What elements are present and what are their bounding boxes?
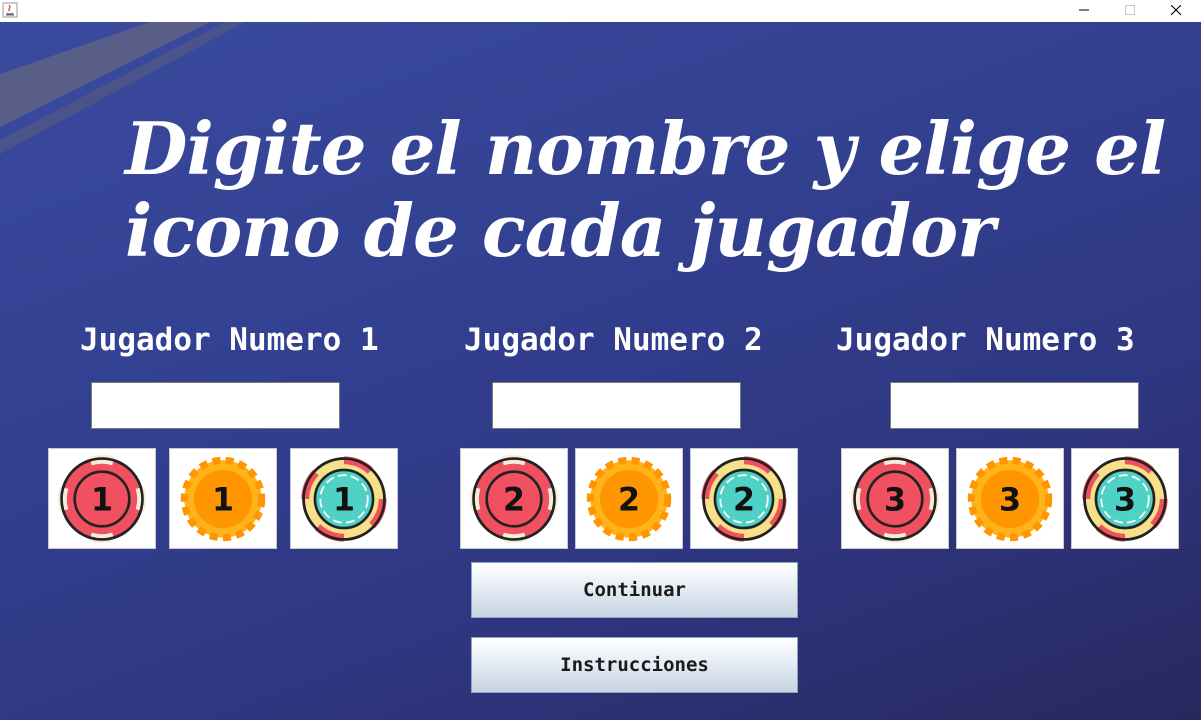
main-panel: Digite el nombre y elige el icono de cad… [0,22,1201,720]
heading-line-1: Digite el nombre y elige el [125,106,1166,191]
chip-number: 1 [212,482,234,518]
player-3-label: Jugador Numero 3 [836,322,1135,358]
chip-number: 1 [333,482,355,518]
chip-number: 3 [884,482,906,518]
maximize-button[interactable] [1107,0,1153,20]
chip-number: 3 [1114,482,1136,518]
teal-chip-icon: 1 [301,455,387,542]
orange-chip-icon: 3 [967,456,1053,541]
minimize-button[interactable] [1061,0,1107,20]
player-1-orange-chip-button[interactable]: 1 [169,448,277,549]
player-3-teal-chip-button[interactable]: 3 [1071,448,1179,549]
player-3-red-chip-button[interactable]: 3 [841,448,949,549]
close-button[interactable] [1153,0,1199,20]
red-chip-icon: 2 [470,454,558,543]
orange-chip-icon: 2 [586,456,672,541]
player-1-label: Jugador Numero 1 [80,322,379,358]
heading-line-2: icono de cada jugador [125,188,995,273]
player-1-name-input[interactable] [91,382,340,429]
close-icon [1171,5,1181,15]
red-chip-icon: 1 [58,454,146,543]
orange-chip-icon: 1 [180,456,266,541]
page-heading: Digite el nombre y elige el icono de cad… [125,106,1166,273]
chip-number: 2 [503,482,525,518]
chip-number: 2 [618,482,640,518]
player-2-label: Jugador Numero 2 [464,322,763,358]
player-1-teal-chip-button[interactable]: 1 [290,448,398,549]
chip-number: 1 [91,482,113,518]
teal-chip-icon: 2 [701,455,787,542]
continue-button[interactable]: Continuar [471,562,798,618]
window-titlebar [0,0,1201,22]
minimize-icon [1079,9,1089,11]
chip-number: 3 [999,482,1021,518]
player-2-teal-chip-button[interactable]: 2 [690,448,798,549]
player-3-orange-chip-button[interactable]: 3 [956,448,1064,549]
player-3-name-input[interactable] [890,382,1139,429]
maximize-icon [1125,5,1135,15]
red-chip-icon: 3 [851,454,939,543]
chip-number: 2 [733,482,755,518]
instructions-button[interactable]: Instrucciones [471,637,798,693]
player-1-red-chip-button[interactable]: 1 [48,448,156,549]
teal-chip-icon: 3 [1082,455,1168,542]
java-icon [2,2,18,18]
player-2-red-chip-button[interactable]: 2 [460,448,568,549]
player-2-name-input[interactable] [492,382,741,429]
player-2-orange-chip-button[interactable]: 2 [575,448,683,549]
